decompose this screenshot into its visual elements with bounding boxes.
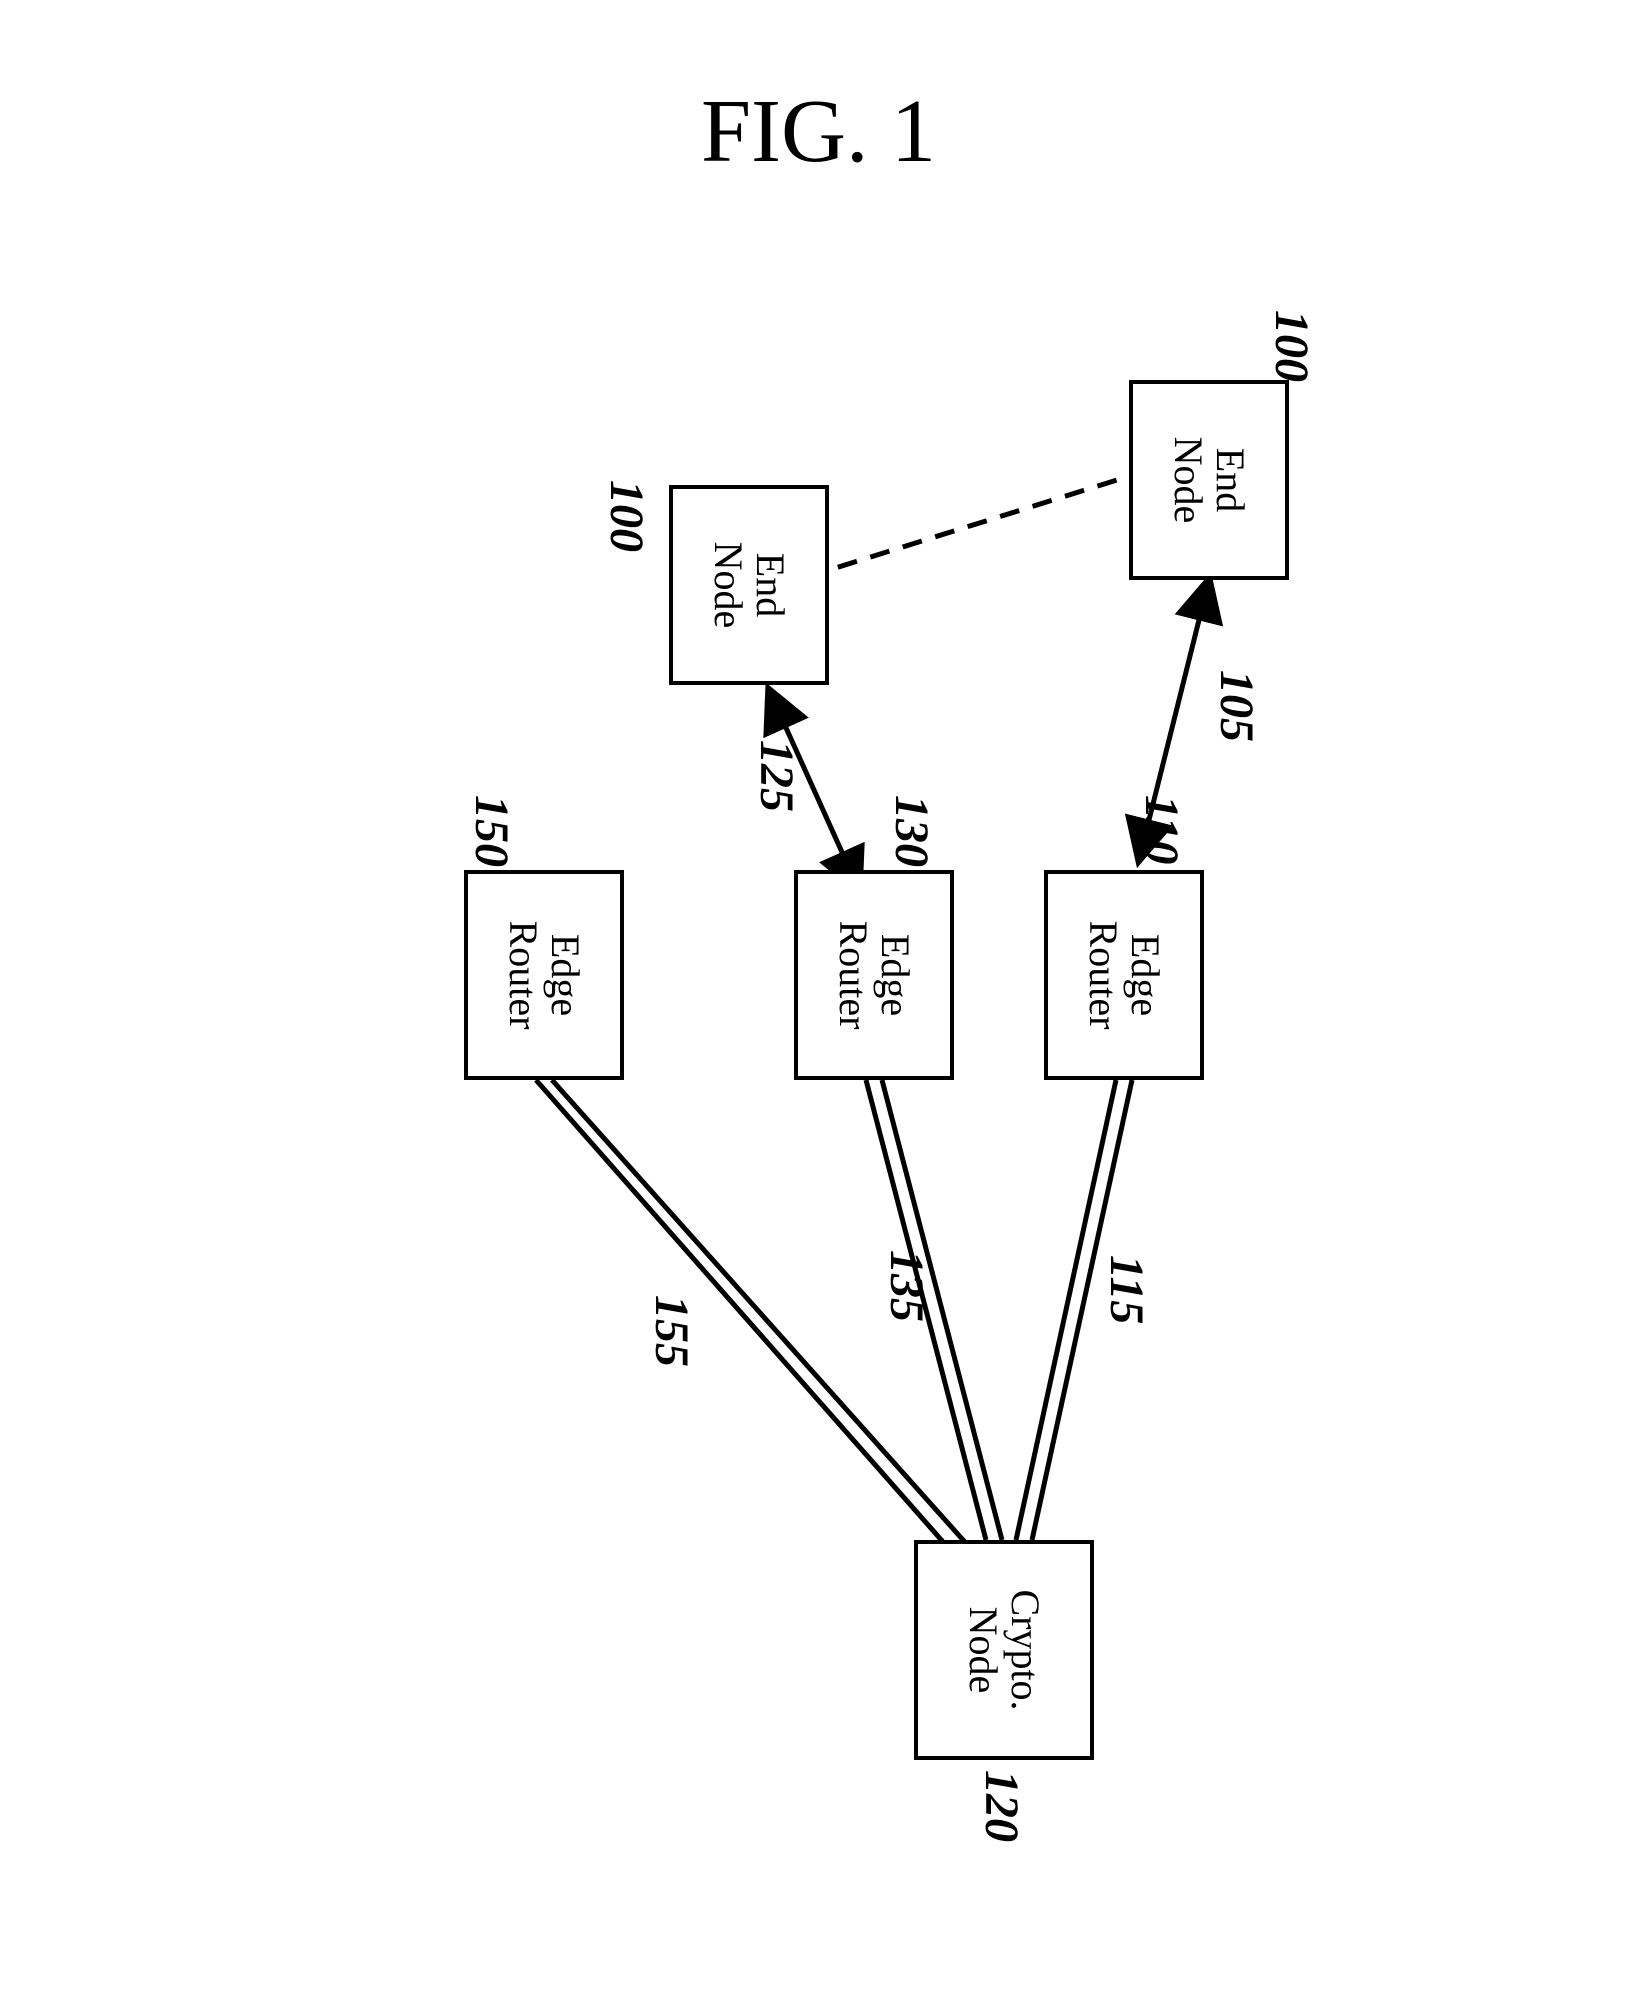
link-135-label: 135 — [879, 1250, 934, 1322]
edge-router-3-line1: Edge — [544, 934, 586, 1016]
crypto-node-line2: Node — [962, 1607, 1004, 1694]
end-node-1-ref: 100 — [1264, 310, 1319, 382]
edge-router-2-line2: Router — [832, 921, 874, 1030]
end-node-2-ref: 100 — [599, 480, 654, 552]
edge-router-3-line2: Router — [502, 921, 544, 1030]
edge-router-2-ref: 130 — [884, 795, 939, 867]
figure-title: FIG. 1 — [701, 80, 936, 183]
edge-router-2: Edge Router — [794, 870, 954, 1080]
crypto-node: Crypto. Node — [914, 1540, 1094, 1760]
end-node-2-line1: End — [749, 553, 791, 617]
diagram-container: End Node 100 End Node 100 Edge Router 11… — [219, 250, 1419, 1950]
end-node-1-line1: End — [1209, 448, 1251, 512]
link-155-label: 155 — [644, 1295, 699, 1367]
edge-router-1-line2: Router — [1082, 921, 1124, 1030]
edge-router-3-ref: 150 — [464, 795, 519, 867]
edge-router-1-line1: Edge — [1124, 934, 1166, 1016]
edge-router-1-ref: 110 — [1134, 795, 1189, 864]
edge-router-2-line1: Edge — [874, 934, 916, 1016]
edge-router-1: Edge Router — [1044, 870, 1204, 1080]
crypto-node-line1: Crypto. — [1004, 1589, 1046, 1710]
end-node-relocation-line — [829, 470, 1149, 570]
end-node-1: End Node — [1129, 380, 1289, 580]
link-105-label: 105 — [1209, 670, 1264, 742]
link-115-label: 115 — [1099, 1255, 1154, 1324]
link-125-label: 125 — [749, 740, 804, 812]
edge-router-3: Edge Router — [464, 870, 624, 1080]
end-node-2: End Node — [669, 485, 829, 685]
end-node-2-line2: Node — [707, 542, 749, 629]
end-node-1-line2: Node — [1167, 437, 1209, 524]
crypto-node-ref: 120 — [974, 1770, 1029, 1842]
